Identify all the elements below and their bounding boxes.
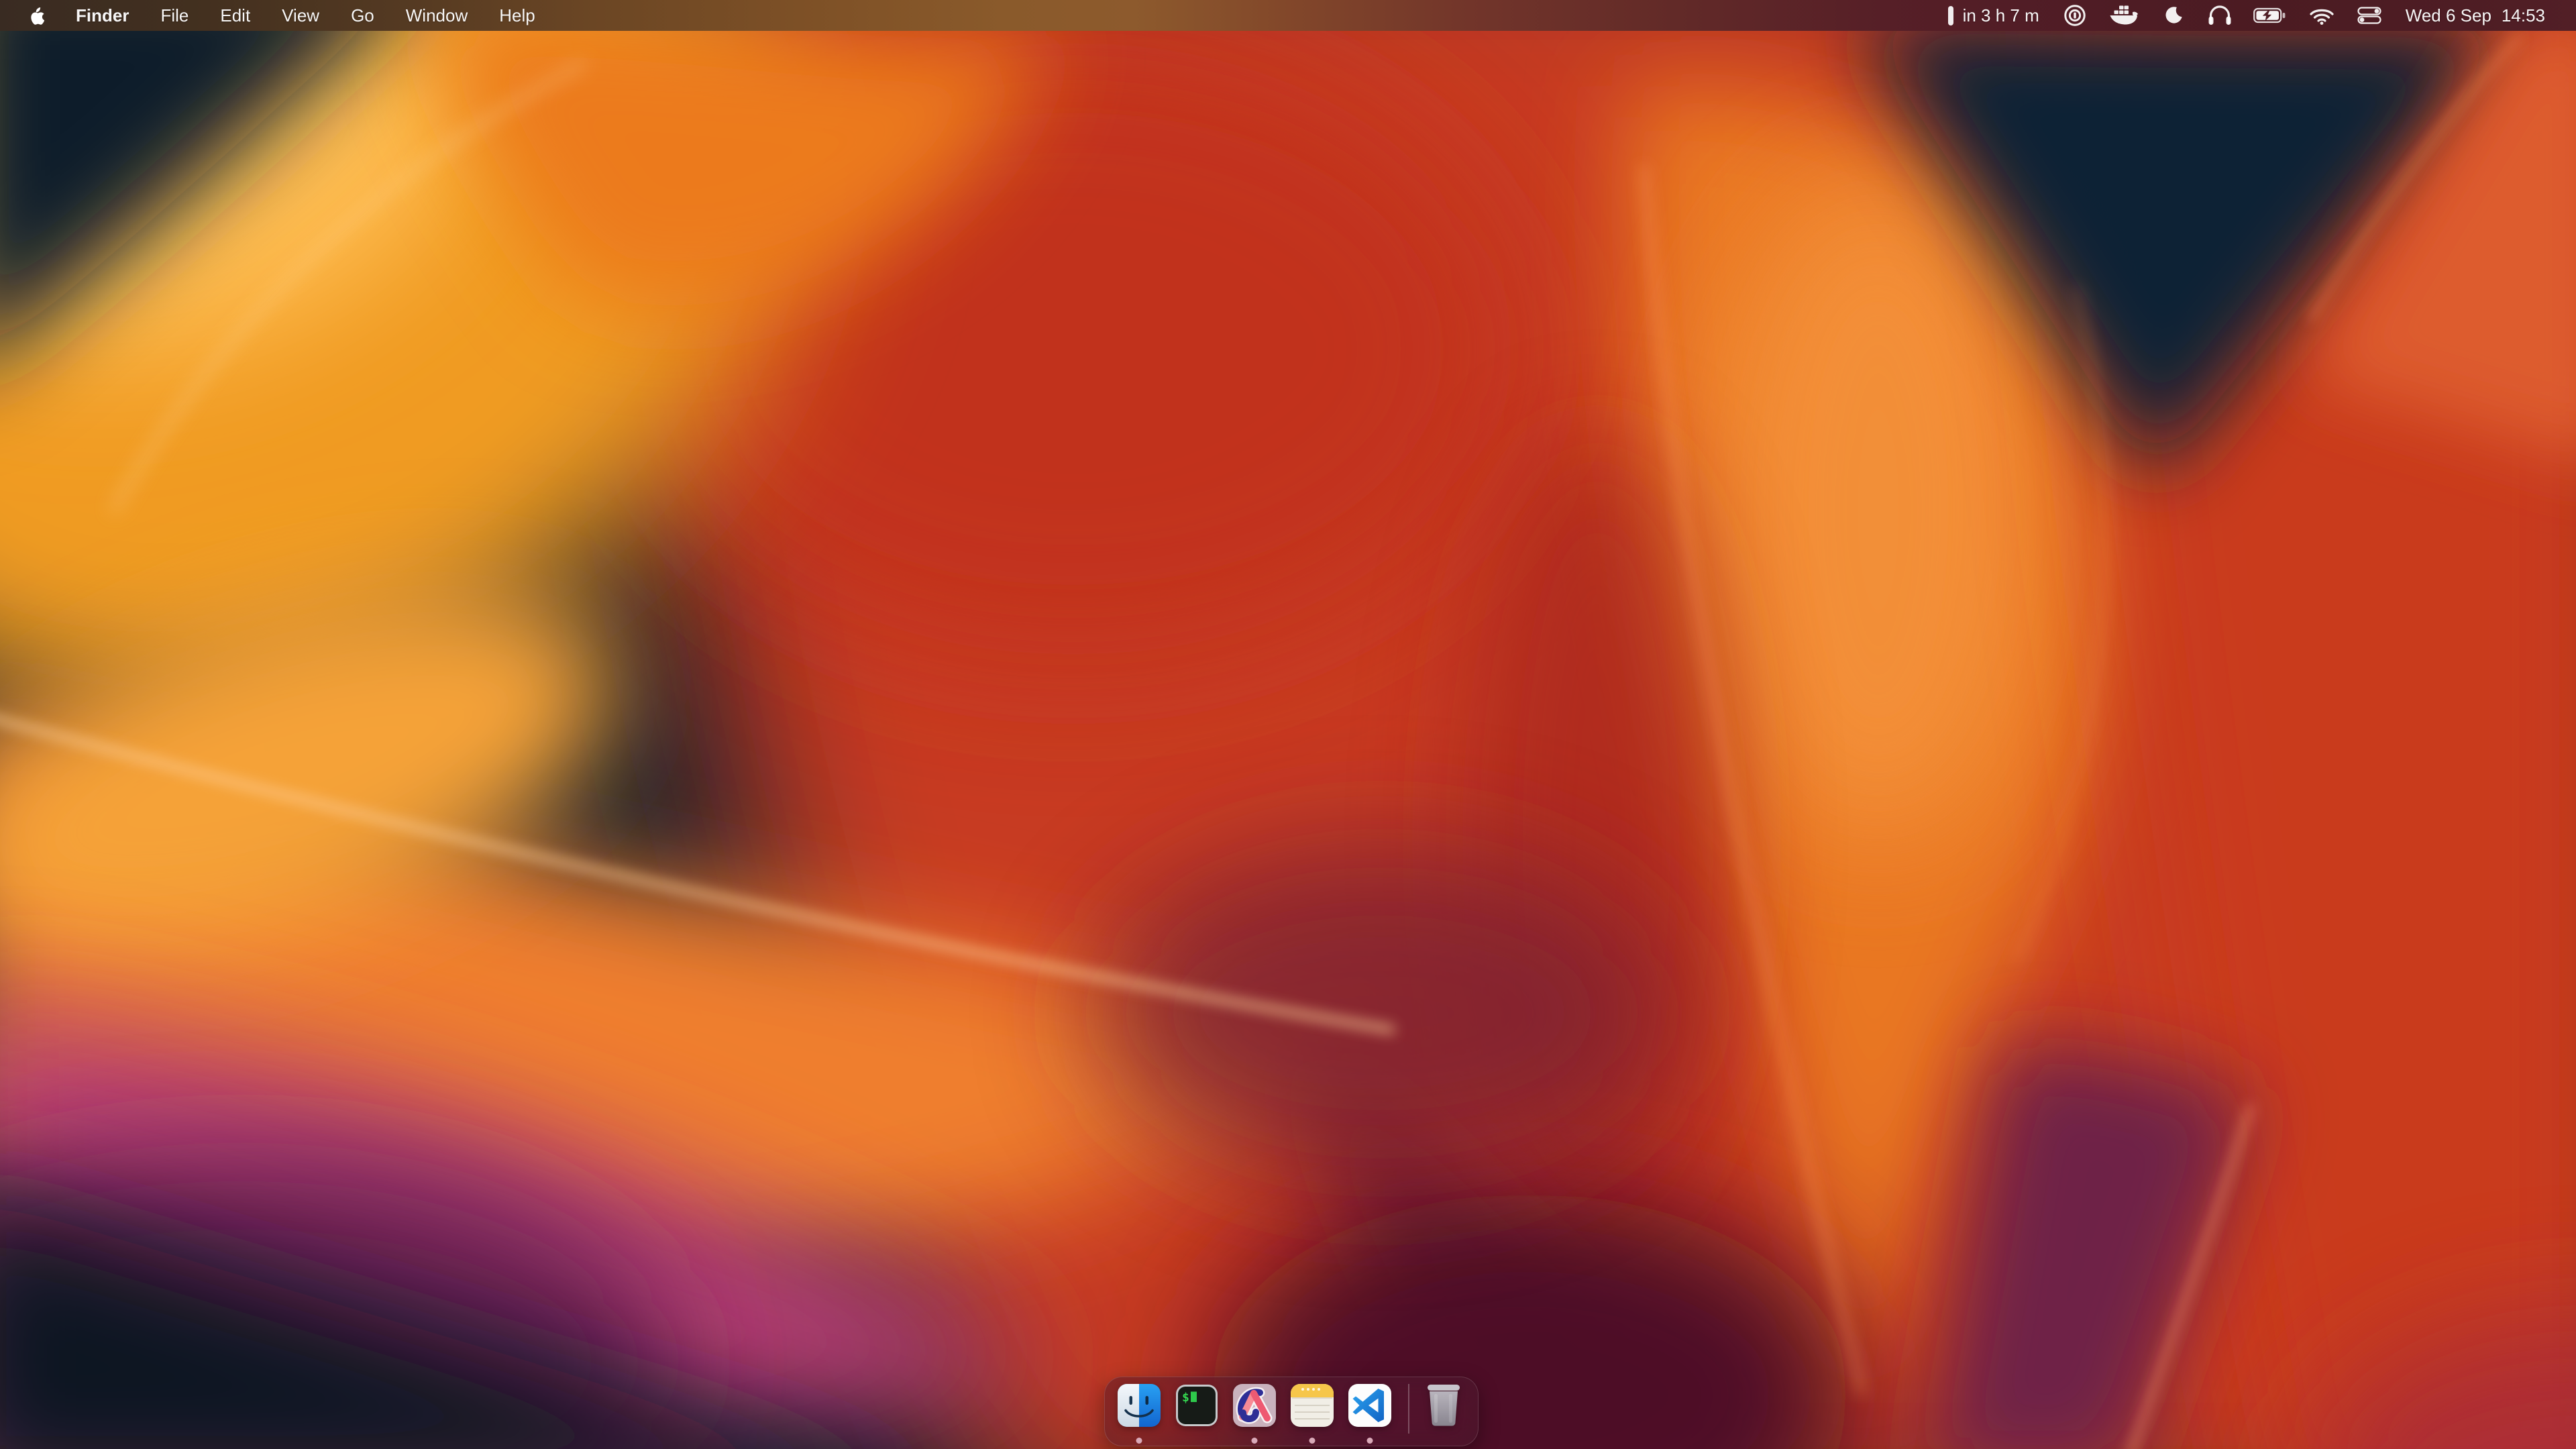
running-indicator [1367,1438,1373,1444]
menu-window[interactable]: Window [406,5,468,26]
control-center-icon[interactable] [2357,7,2381,24]
wifi-icon[interactable] [2309,6,2334,25]
trash-icon [1426,1384,1462,1427]
timer-text[interactable]: in 3 h 7 m [1963,5,2039,26]
dock-item-trash[interactable] [1419,1384,1468,1443]
battery-charging-icon[interactable] [2253,7,2286,24]
dock-item-terminal[interactable]: $ [1168,1384,1226,1443]
menu-edit[interactable]: Edit [220,5,250,26]
svg-text:$: $ [1182,1391,1189,1405]
finder-icon [1118,1384,1161,1427]
dock-separator [1408,1384,1409,1434]
dock-item-finder[interactable] [1110,1384,1168,1443]
running-indicator [1136,1438,1142,1444]
docker-icon[interactable] [2109,5,2139,26]
menubar-clock[interactable]: Wed 6 Sep 14:53 [2406,5,2545,26]
desktop[interactable]: Finder File Edit View Go Window Help in … [0,0,2576,1449]
terminal-icon: $ [1175,1384,1218,1427]
dock-item-vscode[interactable] [1341,1384,1399,1443]
running-indicator [1309,1438,1316,1444]
menu-bar-status: in 3 h 7 m [1947,4,2545,27]
focus-moon-icon[interactable] [2163,5,2184,26]
arc-browser-icon [1233,1384,1276,1427]
vscode-icon [1348,1384,1391,1427]
timer-bar-icon[interactable] [1947,5,1954,26]
dock-item-notes[interactable] [1283,1384,1341,1443]
apple-logo-icon [28,6,44,25]
clock-time: 14:53 [2502,5,2545,26]
menu-file[interactable]: File [160,5,189,26]
1password-icon[interactable] [2063,4,2086,27]
menu-bar: Finder File Edit View Go Window Help in … [0,0,2576,31]
clock-date: Wed 6 Sep [2406,5,2491,26]
menu-help[interactable]: Help [499,5,535,26]
apple-menu[interactable] [28,6,44,25]
desktop-wallpaper [0,0,2576,1449]
running-indicator [1252,1438,1258,1444]
notes-icon [1291,1384,1334,1427]
dock: $ [1104,1377,1479,1446]
menu-bar-left: Finder File Edit View Go Window Help [28,5,535,26]
dock-item-arc-browser[interactable] [1226,1384,1283,1443]
menu-go[interactable]: Go [351,5,374,26]
headphones-icon[interactable] [2208,5,2232,25]
menu-view[interactable]: View [282,5,319,26]
app-menu-active[interactable]: Finder [76,5,129,26]
